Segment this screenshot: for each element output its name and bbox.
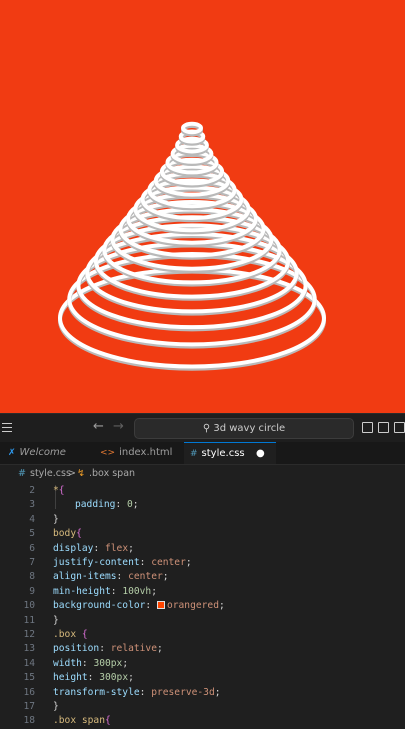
code-text: *{ [53, 485, 65, 496]
tab-index-html[interactable]: <> index.html [100, 442, 180, 464]
tab-label: index.html [119, 447, 173, 458]
tab-label: Welcome [19, 447, 66, 458]
vscode-logo-icon: ✗ [8, 448, 16, 458]
selector-symbol-icon: ↯ [77, 468, 85, 479]
editor-tabs: ✗ Welcome <> index.html # style.css ● [0, 442, 405, 465]
tab-label: style.css [201, 448, 245, 459]
code-line[interactable]: 13 position: relative; [0, 642, 405, 656]
line-number: 2 [29, 485, 35, 496]
code-text: min-height: 100vh; [53, 585, 157, 597]
html-file-icon: <> [100, 448, 116, 458]
wavy-rings-graphic [58, 121, 326, 371]
line-number: 4 [29, 513, 35, 525]
code-text: body{ [53, 528, 82, 540]
title-bar: ← → ⚲ 3d wavy circle [0, 413, 405, 443]
code-text: width: 300px; [53, 657, 129, 669]
tab-style-css[interactable]: # style.css ● [184, 442, 276, 464]
line-number: 18 [23, 715, 35, 727]
code-text: justify-content: center; [53, 557, 192, 568]
code-line[interactable]: 9 min-height: 100vh; [0, 585, 405, 599]
code-text: padding: 0; [75, 499, 139, 511]
arrow-right-icon[interactable]: → [113, 419, 124, 435]
breadcrumb: # style.css > ↯ .box span [0, 465, 405, 483]
code-text: .box span{ [53, 715, 111, 727]
line-number: 8 [29, 571, 35, 583]
code-text: background-color: orangered; [53, 600, 225, 612]
code-line[interactable]: 6 display: flex; [0, 542, 405, 556]
line-number: 16 [23, 686, 35, 698]
line-number: 6 [29, 542, 35, 554]
code-text: } [53, 513, 59, 525]
css-file-icon: # [190, 449, 198, 459]
code-text: .box { [53, 629, 88, 640]
code-line[interactable]: 2 *{ [0, 484, 405, 498]
code-line[interactable]: 12 .box { [0, 628, 405, 642]
command-center-search[interactable]: ⚲ 3d wavy circle [134, 418, 354, 439]
code-editor[interactable]: 2 *{3 padding: 0; 4} 5 body{6 display: flex; 7 j… [0, 483, 405, 726]
code-text: height: 300px; [53, 672, 134, 684]
line-number: 10 [23, 600, 35, 612]
line-number: 5 [29, 528, 35, 540]
code-line[interactable]: 3 padding: 0; [0, 498, 405, 512]
code-line[interactable]: 4} [0, 513, 405, 527]
breadcrumb-selector[interactable]: .box span [89, 465, 135, 483]
arrow-left-icon[interactable]: ← [93, 419, 104, 435]
preview-gap [0, 386, 405, 413]
color-swatch[interactable] [156, 601, 165, 610]
code-line[interactable]: 17} [0, 700, 405, 714]
line-number: 13 [23, 643, 35, 655]
breadcrumb-separator: > [68, 468, 76, 479]
line-number: 14 [23, 657, 35, 669]
preview-canvas [0, 0, 405, 386]
css-file-icon: # [18, 468, 26, 479]
code-line[interactable]: 14 width: 300px; [0, 657, 405, 671]
menu-icon[interactable] [2, 420, 12, 435]
code-line[interactable]: 16 transform-style: preserve-3d; [0, 686, 405, 700]
line-number: 15 [23, 672, 35, 684]
tab-welcome[interactable]: ✗ Welcome [8, 442, 92, 464]
line-number: 3 [29, 499, 35, 511]
code-text: position: relative; [53, 643, 163, 655]
toggle-secondary-sidebar-icon[interactable] [394, 422, 405, 433]
code-line[interactable]: 7 justify-content: center; [0, 556, 405, 570]
line-number: 11 [23, 614, 35, 626]
code-text: } [53, 701, 59, 712]
code-text: align-items: center; [53, 571, 169, 583]
code-text: transform-style: preserve-3d; [53, 686, 221, 698]
line-number: 17 [23, 701, 35, 712]
code-line[interactable]: 11} [0, 614, 405, 628]
code-text: display: flex; [53, 542, 134, 554]
search-text: 3d wavy circle [213, 423, 286, 434]
line-number: 12 [23, 629, 35, 640]
search-icon: ⚲ [202, 423, 211, 434]
code-text: } [53, 614, 59, 626]
unsaved-dot-icon[interactable]: ● [256, 443, 265, 465]
toggle-panel-icon[interactable] [378, 422, 389, 433]
code-line[interactable]: 10 background-color: orangered; [0, 599, 405, 613]
line-number: 9 [29, 585, 35, 597]
code-line[interactable]: 8 align-items: center; [0, 570, 405, 584]
code-line[interactable]: 15 height: 300px; [0, 671, 405, 685]
breadcrumb-file[interactable]: style.css [30, 465, 71, 483]
line-number: 7 [29, 557, 35, 568]
toggle-sidebar-icon[interactable] [362, 422, 373, 433]
code-line[interactable]: 5 body{ [0, 527, 405, 541]
code-line[interactable]: 18 .box span{ [0, 714, 405, 728]
